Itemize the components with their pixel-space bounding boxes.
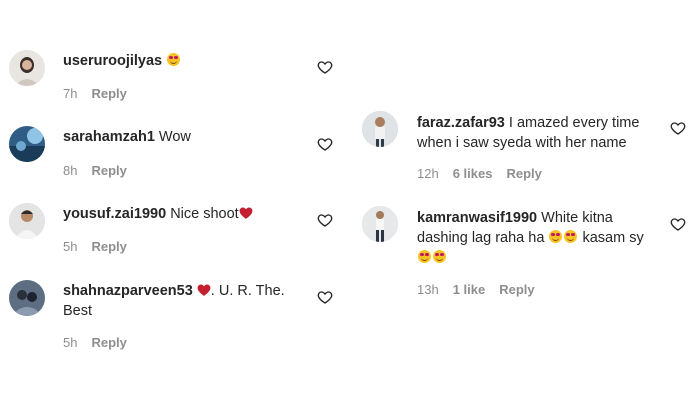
likes-count[interactable]: 1 like <box>453 282 486 297</box>
comment-text: Wow <box>158 129 191 145</box>
comment-username[interactable]: kamranwasif1990 <box>417 210 537 226</box>
red-heart-emoji-icon <box>239 207 253 219</box>
comment-timestamp: 7h <box>63 86 78 101</box>
heart-eyes-emoji-icon <box>167 53 181 66</box>
reply-button[interactable]: Reply <box>91 163 126 178</box>
like-heart-icon[interactable] <box>317 59 333 75</box>
heart-eyes-emoji-icon <box>433 250 446 263</box>
comment-username[interactable]: useruroojilyas <box>63 53 162 69</box>
avatar[interactable] <box>362 111 398 147</box>
likes-count[interactable]: 6 likes <box>453 166 493 181</box>
red-heart-emoji-icon <box>197 284 211 296</box>
avatar[interactable] <box>9 126 45 162</box>
comment-username[interactable]: yousuf.zai1990 <box>63 206 166 222</box>
comment-timestamp: 8h <box>63 163 78 178</box>
comment-username[interactable]: shahnazparveen53 <box>63 283 193 299</box>
comment-text-continued: when i saw syeda with her name <box>417 135 627 151</box>
like-heart-icon[interactable] <box>317 136 333 152</box>
comment-username[interactable]: sarahamzah1 <box>63 129 155 145</box>
comment-username[interactable]: faraz.zafar93 <box>417 115 505 131</box>
comment-timestamp: 13h <box>417 282 439 297</box>
heart-eyes-emoji-icon <box>549 230 563 243</box>
comment-timestamp: 5h <box>63 335 78 350</box>
like-heart-icon[interactable] <box>670 120 686 136</box>
avatar[interactable] <box>9 203 45 239</box>
reply-button[interactable]: Reply <box>91 335 126 350</box>
like-heart-icon[interactable] <box>670 216 686 232</box>
avatar[interactable] <box>362 206 398 242</box>
like-heart-icon[interactable] <box>317 212 333 228</box>
like-heart-icon[interactable] <box>317 289 333 305</box>
avatar[interactable] <box>9 280 45 316</box>
comment-text: . U. R. The. <box>210 283 285 299</box>
comment-text-continued: kasam sy <box>582 230 644 246</box>
comment-text-continued: Best <box>63 303 93 319</box>
avatar[interactable] <box>9 50 45 86</box>
reply-button[interactable]: Reply <box>506 166 541 181</box>
heart-eyes-emoji-icon <box>564 230 578 243</box>
reply-button[interactable]: Reply <box>91 239 126 254</box>
comment-text-continued: dashing lag raha ha <box>417 230 545 246</box>
comment-text: White kitna <box>541 210 613 226</box>
reply-button[interactable]: Reply <box>499 282 534 297</box>
reply-button[interactable]: Reply <box>91 86 126 101</box>
comment-timestamp: 12h <box>417 166 439 181</box>
comment-timestamp: 5h <box>63 239 78 254</box>
comment-text: I amazed every time <box>508 115 640 131</box>
heart-eyes-emoji-icon <box>418 250 431 263</box>
comment-text: Nice shoot <box>170 206 239 222</box>
